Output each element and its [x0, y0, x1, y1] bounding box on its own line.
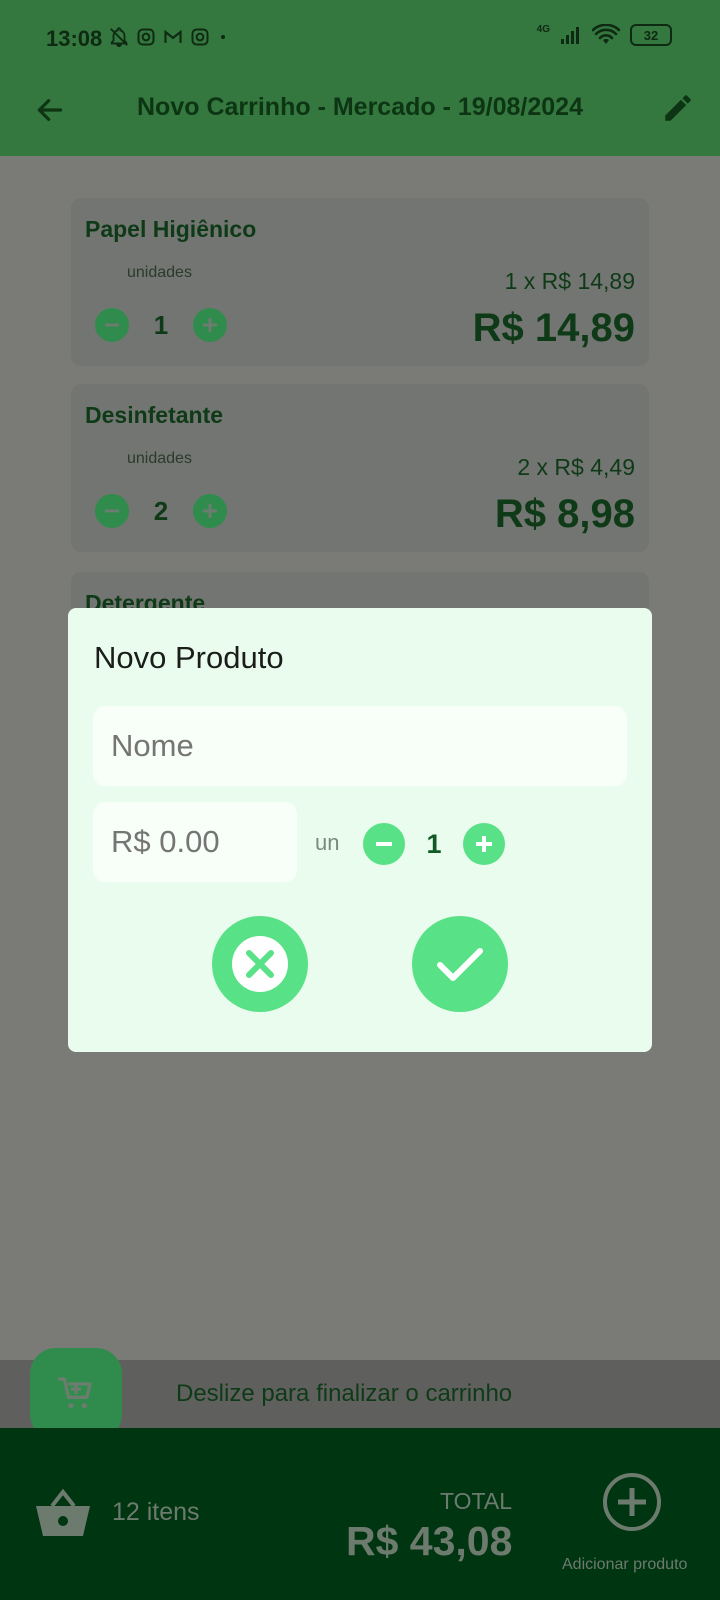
bottom-bar: 12 itens TOTAL R$ 43,08 Adicionar produt… [0, 1428, 720, 1600]
price-input[interactable] [93, 802, 297, 882]
minus-icon [105, 509, 119, 513]
product-name: Desinfetante [85, 402, 224, 428]
quantity-value: 2 [153, 495, 169, 526]
edit-button[interactable] [658, 88, 698, 128]
wifi-icon [592, 24, 620, 44]
system-icons: 4G 32 [537, 24, 672, 46]
increase-button[interactable] [193, 308, 227, 342]
swipe-handle[interactable] [30, 1348, 122, 1440]
status-time: 13:08 [46, 26, 103, 51]
basket-icon [36, 1488, 90, 1536]
signal-icon [561, 27, 579, 44]
decrease-button[interactable] [95, 494, 129, 528]
pencil-icon [665, 95, 691, 121]
add-product-button[interactable] [600, 1470, 664, 1534]
dot-icon [221, 35, 225, 39]
quantity-value: 1 [426, 828, 442, 859]
cancel-button[interactable] [212, 916, 308, 1012]
minus-icon [105, 323, 119, 327]
plus-icon [476, 836, 492, 852]
increase-button[interactable] [193, 494, 227, 528]
plus-icon [203, 318, 217, 332]
quantity-value: 1 [153, 309, 169, 340]
minus-icon [376, 842, 392, 846]
unit-label: unidades [127, 264, 192, 281]
page-title: Novo Carrinho - Mercado - 19/08/2024 [137, 93, 583, 121]
unit-label: un [315, 830, 340, 855]
check-icon [437, 948, 483, 981]
total-label: TOTAL [440, 1488, 512, 1514]
battery-icon: 32 [630, 24, 672, 46]
unit-label: unidades [127, 450, 192, 467]
total-value: R$ 43,08 [346, 1518, 513, 1564]
items-count: 12 itens [112, 1498, 200, 1526]
network-type: 4G [536, 23, 550, 35]
instagram-icon [137, 28, 155, 46]
decrease-button[interactable] [363, 823, 405, 865]
plus-icon [203, 504, 217, 518]
quantity-stepper: 2 [95, 494, 227, 528]
product-name-input[interactable] [93, 706, 627, 786]
quantity-stepper: 1 [363, 823, 505, 865]
cart-item-card[interactable]: Papel Higiênico unidades 1 1 x R$ 14,89 … [71, 198, 649, 366]
unit-price: 2 x R$ 4,49 [517, 454, 635, 480]
dialog-title: Novo Produto [94, 640, 284, 675]
gmail-icon [164, 29, 182, 43]
instagram-icon [191, 28, 209, 46]
notification-icons [108, 26, 230, 48]
app-bar: Novo Carrinho - Mercado - 19/08/2024 [0, 78, 720, 156]
item-total: R$ 14,89 [472, 306, 635, 350]
status-bar: 13:08 4G 32 [0, 0, 720, 78]
quantity-stepper: 1 [95, 308, 227, 342]
cart-item-card[interactable]: Desinfetante unidades 2 2 x R$ 4,49 R$ 8… [71, 384, 649, 552]
swipe-label: Deslize para finalizar o carrinho [176, 1380, 513, 1407]
close-circle-icon [232, 936, 288, 992]
product-name: Papel Higiênico [85, 216, 257, 242]
add-product-label: Adicionar produto [562, 1556, 688, 1573]
unit-price: 1 x R$ 14,89 [504, 268, 635, 294]
new-product-dialog: Novo Produto un 1 [68, 608, 652, 1052]
add-to-cart-icon [57, 1377, 92, 1409]
item-total: R$ 8,98 [494, 492, 635, 536]
increase-button[interactable] [463, 823, 505, 865]
decrease-button[interactable] [95, 308, 129, 342]
confirm-button[interactable] [412, 916, 508, 1012]
bell-off-icon [110, 27, 128, 48]
